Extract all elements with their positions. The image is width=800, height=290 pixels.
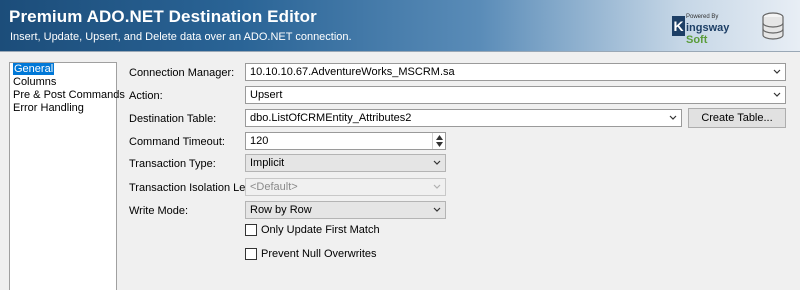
logo-soft: Soft [686,34,708,46]
logo-name: ingsway [686,22,730,34]
destination-table-label: Destination Table: [129,113,217,125]
chevron-down-icon [773,69,781,74]
connection-manager-label: Connection Manager: [129,67,235,79]
nav-item-label: Error Handling [13,102,84,114]
write-mode-value: Row by Row [250,204,312,216]
isolation-level-label: Transaction Isolation Level: [129,182,263,194]
create-table-button[interactable]: Create Table... [688,108,786,128]
action-value: Upsert [250,89,283,101]
nav-item-columns[interactable]: Columns [10,76,116,89]
command-timeout-stepper[interactable]: 120 [245,132,446,150]
prevent-null-overwrites-label[interactable]: Prevent Null Overwrites [261,248,377,260]
nav-item-general[interactable]: General [10,63,116,76]
action-select[interactable]: Upsert [245,86,786,104]
isolation-level-value: <Default> [250,181,298,193]
action-label: Action: [129,90,163,102]
logo-powered-by: Powered By [686,14,719,20]
nav-item-pre-post-commands[interactable]: Pre & Post Commands [10,89,125,102]
nav-item-label: Pre & Post Commands [13,89,125,101]
logo-wordmark: ingsway Soft [686,22,752,46]
transaction-type-value: Implicit [250,157,285,169]
dialog-subtitle: Insert, Update, Upsert, and Delete data … [10,31,352,43]
database-icon [762,12,784,40]
kingswaysoft-logo: K Powered By ingsway Soft [672,14,752,46]
spin-down-icon[interactable] [436,142,443,147]
connection-manager-value: 10.10.10.67.AdventureWorks_MSCRM.sa [250,66,455,78]
write-mode-label: Write Mode: [129,205,189,217]
destination-table-select[interactable]: dbo.ListOfCRMEntity_Attributes2 [245,109,682,127]
chevron-down-icon [669,115,677,120]
chevron-down-icon [433,184,441,189]
nav-item-label: Columns [13,76,57,88]
isolation-level-select[interactable]: <Default> [245,178,446,196]
command-timeout-label: Command Timeout: [129,136,225,148]
prevent-null-overwrites-checkbox[interactable] [245,248,257,260]
nav-item-error-handling[interactable]: Error Handling [10,102,116,115]
connection-manager-select[interactable]: 10.10.10.67.AdventureWorks_MSCRM.sa [245,63,786,81]
chevron-down-icon [433,207,441,212]
chevron-down-icon [773,92,781,97]
write-mode-select[interactable]: Row by Row [245,201,446,219]
chevron-down-icon [433,160,441,165]
only-update-first-match-checkbox[interactable] [245,224,257,236]
page-nav-list[interactable]: General Columns Pre & Post Commands Erro… [9,62,125,290]
nav-item-label: General [13,63,55,75]
logo-k-mark: K [672,16,685,36]
header-banner: Premium ADO.NET Destination Editor Inser… [0,0,800,52]
dialog-title: Premium ADO.NET Destination Editor [9,7,317,26]
transaction-type-label: Transaction Type: [129,158,216,170]
command-timeout-value: 120 [250,135,269,147]
spin-up-icon[interactable] [436,135,443,140]
only-update-first-match-label[interactable]: Only Update First Match [261,224,380,236]
transaction-type-select[interactable]: Implicit [245,154,446,172]
spinner-buttons[interactable] [432,133,445,149]
destination-table-value: dbo.ListOfCRMEntity_Attributes2 [250,112,412,124]
